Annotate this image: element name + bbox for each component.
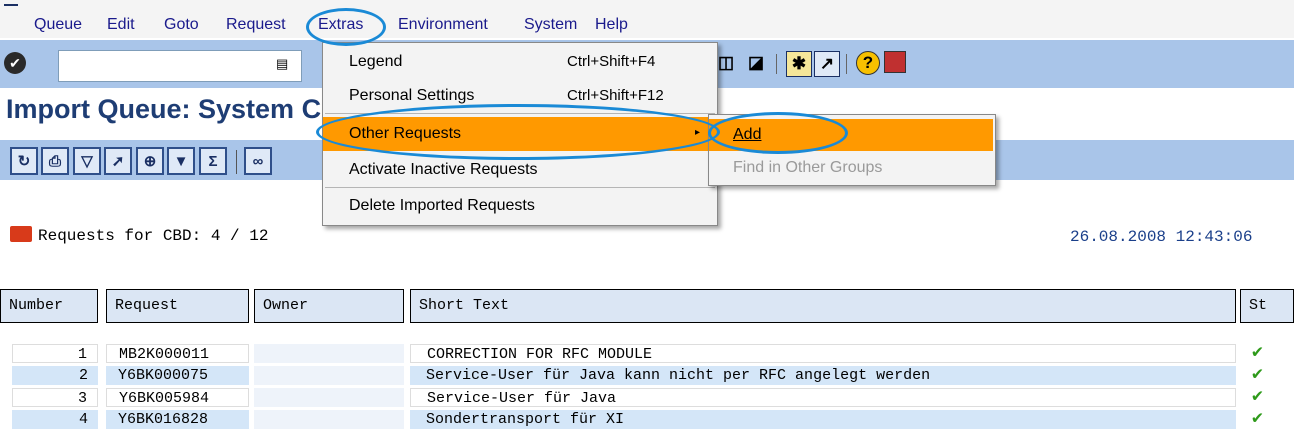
- status-check-icon: ✔: [1252, 365, 1263, 385]
- column-header-owner[interactable]: Owner: [254, 289, 404, 323]
- menu-request[interactable]: Request: [226, 16, 286, 34]
- menu-item-shortcut: Ctrl+Shift+F4: [567, 53, 656, 70]
- column-header-number[interactable]: Number: [0, 289, 98, 323]
- shortcut-icon[interactable]: ◪: [744, 51, 768, 75]
- layout-menu-icon[interactable]: ✱: [786, 51, 812, 77]
- sum-icon[interactable]: Σ: [199, 147, 227, 175]
- screenshot-icon[interactable]: ↗: [814, 51, 840, 77]
- table-row[interactable]: 1 MB2K000011 CORRECTION FOR RFC MODULE ✔: [0, 344, 1294, 364]
- zoom-icon[interactable]: ⊕: [136, 147, 164, 175]
- cell-request: Y6BK005984: [106, 388, 249, 407]
- cell-short-text: CORRECTION FOR RFC MODULE: [410, 344, 1236, 363]
- menu-queue[interactable]: Queue: [34, 16, 82, 34]
- status-check-icon: ✔: [1252, 387, 1263, 407]
- menu-item-label: Find in Other Groups: [733, 159, 883, 176]
- cell-owner: [254, 388, 404, 407]
- filter-icon[interactable]: ▽: [73, 147, 101, 175]
- check-circle-icon[interactable]: ✔: [4, 52, 26, 74]
- column-header-request[interactable]: Request: [106, 289, 249, 323]
- cell-short-text: Service-User für Java: [410, 388, 1236, 407]
- select-icon[interactable]: ➚: [104, 147, 132, 175]
- menu-environment[interactable]: Environment: [398, 16, 488, 34]
- menu-help[interactable]: Help: [595, 16, 628, 34]
- timestamp: 26.08.2008 12:43:06: [1070, 228, 1253, 246]
- requests-count-label: Requests for CBD: 4 / 12: [38, 227, 269, 245]
- annotation-ring-other-requests: [316, 104, 720, 160]
- cell-owner: [254, 344, 404, 363]
- cell-request: Y6BK016828: [106, 410, 249, 429]
- print-icon[interactable]: ⎙: [41, 147, 69, 175]
- status-check-icon: ✔: [1252, 343, 1263, 363]
- requests-info: Requests for CBD: 4 / 12: [10, 226, 268, 245]
- column-header-status[interactable]: St: [1240, 289, 1294, 323]
- menu-goto[interactable]: Goto: [164, 16, 199, 34]
- cell-number: 2: [12, 366, 98, 385]
- help-icon[interactable]: ?: [856, 51, 880, 75]
- status-check-icon: ✔: [1252, 409, 1263, 429]
- cell-owner: [254, 410, 404, 429]
- menu-item-legend[interactable]: Legend Ctrl+Shift+F4: [323, 47, 717, 77]
- menu-item-shortcut: Ctrl+Shift+F12: [567, 87, 664, 104]
- menu-separator: [325, 187, 715, 188]
- toolbar-separator: [776, 54, 777, 74]
- menu-item-delete-imported[interactable]: Delete Imported Requests: [323, 191, 717, 221]
- menu-system[interactable]: System: [524, 16, 577, 34]
- menu-item-label: Delete Imported Requests: [349, 197, 535, 214]
- cell-short-text: Service-User für Java kann nicht per RFC…: [410, 366, 1236, 385]
- toolbar-separator: [236, 150, 237, 174]
- table-row[interactable]: 4 Y6BK016828 Sondertransport für XI ✔: [0, 410, 1294, 430]
- customize-layout-icon[interactable]: [884, 51, 906, 73]
- column-header-short-text[interactable]: Short Text: [410, 289, 1236, 323]
- cell-request: MB2K000011: [106, 344, 249, 363]
- cell-number: 1: [12, 344, 98, 363]
- command-history-icon[interactable]: ▤: [276, 56, 288, 72]
- menu-edit[interactable]: Edit: [107, 16, 135, 34]
- command-field[interactable]: [58, 50, 302, 82]
- page-title: Import Queue: System CBD: [6, 94, 361, 124]
- toolbar-separator: [846, 54, 847, 74]
- truck-icon: [10, 226, 32, 242]
- glasses-icon[interactable]: ∞: [244, 147, 272, 175]
- cell-short-text: Sondertransport für XI: [410, 410, 1236, 429]
- filter-set-icon[interactable]: ▼: [167, 147, 195, 175]
- table-row[interactable]: 3 Y6BK005984 Service-User für Java ✔: [0, 388, 1294, 408]
- table-row[interactable]: 2 Y6BK000075 Service-User für Java kann …: [0, 366, 1294, 386]
- annotation-ring-add: [708, 112, 848, 154]
- menu-item-label: Activate Inactive Requests: [349, 161, 538, 178]
- window-system-menu-icon[interactable]: [4, 4, 18, 6]
- annotation-ring-extras: [306, 8, 386, 46]
- cell-request: Y6BK000075: [106, 366, 249, 385]
- cell-number: 4: [12, 410, 98, 429]
- submenu-item-find-in-other-groups[interactable]: Find in Other Groups: [709, 153, 993, 183]
- cell-number: 3: [12, 388, 98, 407]
- cell-owner: [254, 366, 404, 385]
- menu-item-label: Legend: [349, 53, 403, 70]
- refresh-icon[interactable]: ↻: [10, 147, 38, 175]
- menu-item-label: Personal Settings: [349, 87, 475, 104]
- menu-bar: Queue Edit Goto Request Extras Environme…: [0, 0, 1294, 38]
